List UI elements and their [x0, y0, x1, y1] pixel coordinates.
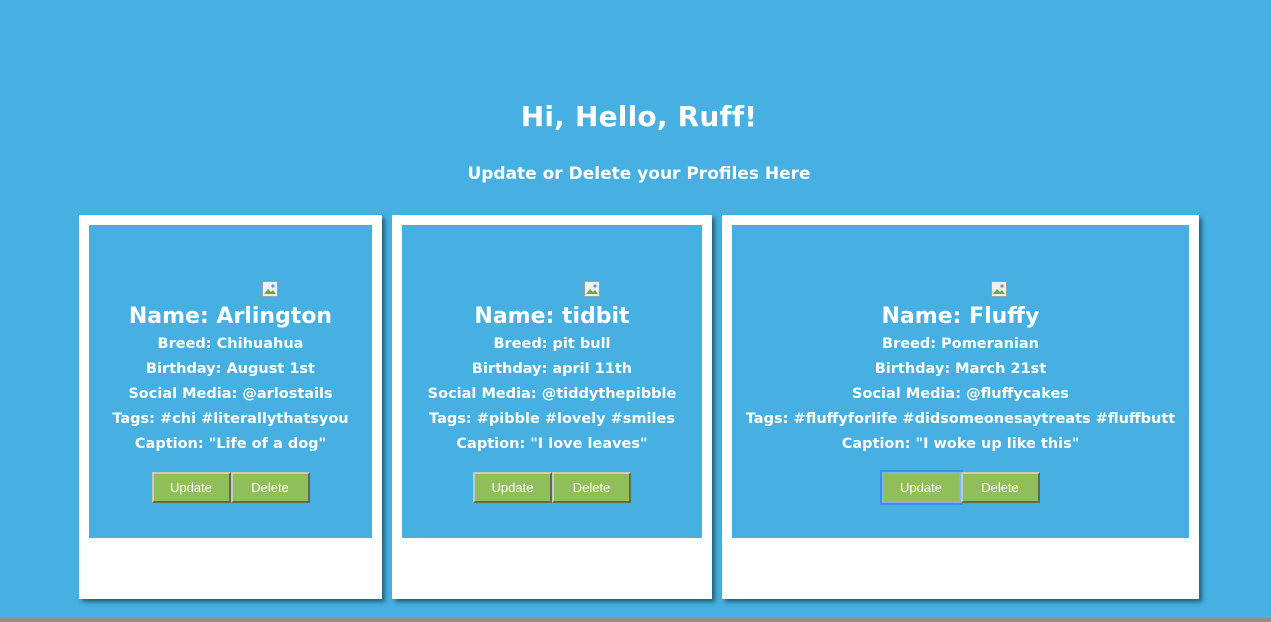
delete-button[interactable]: Delete	[230, 472, 310, 503]
delete-button[interactable]: Delete	[960, 472, 1040, 503]
update-button[interactable]: Update	[881, 472, 961, 503]
profile-card-body: Name: tidbit Breed: pit bull Birthday: a…	[402, 225, 702, 538]
page-title: Hi, Hello, Ruff!	[520, 100, 758, 133]
dog-tags: Tags: #chi #literallythatsyou	[112, 411, 349, 427]
dog-tags: Tags: #fluffyforlife #didsomeonesaytreat…	[745, 411, 1176, 427]
dog-name: Name: Arlington	[128, 304, 333, 329]
dog-birthday: Birthday: August 1st	[146, 361, 315, 377]
page-subtitle: Update or Delete your Profiles Here	[467, 164, 811, 184]
dog-birthday: Birthday: March 21st	[874, 361, 1047, 377]
dog-caption: Caption: "I love leaves"	[456, 436, 648, 452]
delete-button[interactable]: Delete	[552, 472, 631, 503]
profile-card-body: Name: Arlington Breed: Chihuahua Birthda…	[89, 225, 372, 538]
card-actions: Update Delete	[402, 472, 702, 503]
profile-card-arlington: Name: Arlington Breed: Chihuahua Birthda…	[79, 215, 382, 599]
dog-name: Name: tidbit	[474, 304, 630, 329]
profile-card-body: Name: Fluffy Breed: Pomeranian Birthday:…	[732, 225, 1189, 538]
dog-birthday: Birthday: april 11th	[471, 361, 633, 377]
profile-card-fluffy: Name: Fluffy Breed: Pomeranian Birthday:…	[722, 215, 1199, 599]
broken-image-icon	[584, 281, 600, 297]
update-button[interactable]: Update	[151, 472, 231, 503]
dog-caption: Caption: "I woke up like this"	[841, 436, 1080, 452]
card-actions: Update Delete	[732, 472, 1189, 503]
dog-breed: Breed: pit bull	[493, 336, 611, 352]
profile-card-tidbit: Name: tidbit Breed: pit bull Birthday: a…	[392, 215, 712, 599]
dog-tags: Tags: #pibble #lovely #smiles	[429, 411, 675, 427]
broken-image-icon	[991, 281, 1007, 297]
update-button[interactable]: Update	[473, 472, 552, 503]
dog-breed: Breed: Pomeranian	[882, 336, 1039, 352]
dog-caption: Caption: "Life of a dog"	[134, 436, 327, 452]
dog-name: Name: Fluffy	[881, 304, 1040, 329]
broken-image-icon	[262, 281, 278, 297]
window-bottom-edge	[0, 618, 1271, 622]
dog-social-media: Social Media: @tiddythepibble	[427, 386, 677, 402]
dog-social-media: Social Media: @fluffycakes	[852, 386, 1069, 402]
dog-social-media: Social Media: @arlostails	[128, 386, 333, 402]
dog-breed: Breed: Chihuahua	[157, 336, 304, 352]
card-actions: Update Delete	[89, 472, 372, 503]
